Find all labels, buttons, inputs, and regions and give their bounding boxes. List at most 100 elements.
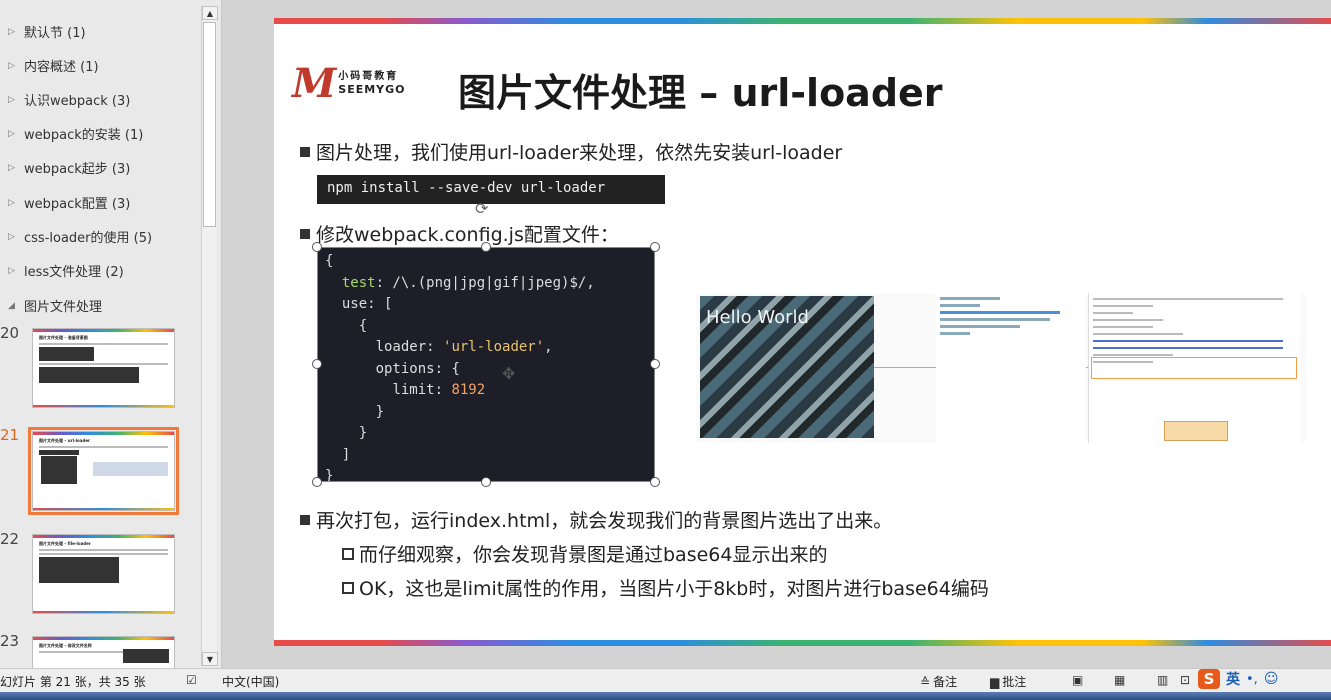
thumb-code bbox=[39, 347, 94, 361]
scrollbar-thumb[interactable] bbox=[203, 22, 216, 227]
slide-thumbnail-23[interactable]: 图片文件处理 – 修改文件名称 bbox=[32, 636, 175, 668]
npm-command-box[interactable]: npm install --save-dev url-loader bbox=[317, 175, 665, 204]
config-code-block[interactable]: { test: /\.(png|jpg|gif|jpeg)$/, use: [ … bbox=[317, 247, 655, 484]
thumb-line bbox=[39, 549, 168, 551]
hello-world-text: Hello World bbox=[706, 307, 809, 328]
reading-view-button[interactable]: ▥ bbox=[1157, 673, 1171, 687]
style-line bbox=[1093, 305, 1153, 307]
top-color-bar bbox=[274, 18, 1331, 24]
dom-line bbox=[940, 311, 1060, 314]
highlight-box bbox=[1091, 357, 1297, 379]
resize-handle[interactable] bbox=[650, 477, 660, 487]
thumb-number: 21 bbox=[0, 426, 20, 444]
punctuation-icon[interactable]: •, bbox=[1246, 672, 1258, 687]
thumb-bottom-bar bbox=[33, 508, 174, 510]
slide-editor: M 小码哥教育 SEEMYGO 图片文件处理 – url-loader 图片处理… bbox=[222, 0, 1331, 668]
code-line: use: [ bbox=[341, 296, 393, 312]
section-webpack-config[interactable]: ▷ webpack配置 (3) bbox=[8, 193, 130, 212]
resize-handle[interactable] bbox=[312, 359, 322, 369]
resize-handle[interactable] bbox=[312, 477, 322, 487]
comments-button[interactable]: ▆ 批注 bbox=[990, 673, 1026, 690]
code-line: limit: 8192 bbox=[392, 382, 486, 398]
expand-icon: ▷ bbox=[8, 265, 15, 276]
code-line: } bbox=[375, 403, 385, 420]
resize-handle[interactable] bbox=[650, 359, 660, 369]
sub-bullet-limit[interactable]: OK，这也是limit属性的作用，当图片小于8kb时，对图片进行base64编码 bbox=[342, 574, 989, 601]
thumb-code bbox=[39, 557, 119, 583]
slide-canvas[interactable]: M 小码哥教育 SEEMYGO 图片文件处理 – url-loader 图片处理… bbox=[274, 18, 1331, 646]
resize-handle[interactable] bbox=[481, 477, 491, 487]
expand-icon: ▷ bbox=[8, 60, 15, 71]
devtools-elements-panel bbox=[936, 293, 1086, 443]
style-line bbox=[1093, 340, 1283, 342]
code-line: loader: 'url-loader', bbox=[375, 339, 553, 355]
thumb-line bbox=[39, 363, 168, 365]
resize-handle[interactable] bbox=[481, 242, 491, 252]
section-webpack-install[interactable]: ▷ webpack的安装 (1) bbox=[8, 124, 143, 143]
resize-handle[interactable] bbox=[650, 242, 660, 252]
ime-toolbar[interactable]: S 英 •, ☺ bbox=[1198, 669, 1278, 689]
grid-view-icon: ▦ bbox=[1114, 673, 1126, 687]
slide-title[interactable]: 图片文件处理 – url-loader bbox=[458, 62, 943, 117]
section-webpack-start[interactable]: ▷ webpack起步 (3) bbox=[8, 158, 130, 177]
expand-icon: ▷ bbox=[8, 162, 15, 173]
code-line: } bbox=[358, 425, 368, 441]
scroll-down-icon[interactable]: ▼ bbox=[202, 652, 218, 666]
thumb-number: 23 bbox=[0, 632, 20, 650]
bullet-install[interactable]: 图片处理，我们使用url-loader来处理，依然先安装url-loader bbox=[300, 138, 842, 165]
style-line bbox=[1093, 354, 1173, 356]
resize-handle[interactable] bbox=[312, 242, 322, 252]
logo-cn: 小码哥教育 bbox=[338, 71, 399, 82]
spellcheck-icon[interactable]: ☑ bbox=[186, 673, 200, 687]
bullet-config[interactable]: 修改webpack.config.js配置文件： bbox=[300, 220, 619, 247]
thumb-title: 图片文件处理 – 准备背景图 bbox=[39, 335, 88, 340]
seemygo-logo: M 小码哥教育 SEEMYGO bbox=[292, 60, 406, 107]
sorter-view-button[interactable]: ▦ bbox=[1114, 673, 1128, 687]
slide-thumbnail-21[interactable]: 图片文件处理 – url-loader bbox=[28, 427, 179, 515]
section-know-webpack[interactable]: ▷ 认识webpack (3) bbox=[8, 90, 130, 109]
bullet-repack[interactable]: 再次打包，运行index.html，就会发现我们的背景图片选出了出来。 bbox=[300, 506, 892, 533]
rotate-handle-icon[interactable]: ⟳ bbox=[475, 199, 488, 218]
section-css-loader[interactable]: ▷ css-loader的使用 (5) bbox=[8, 227, 152, 246]
section-less[interactable]: ▷ less文件处理 (2) bbox=[8, 261, 124, 280]
style-line bbox=[1093, 333, 1183, 335]
dom-line bbox=[940, 297, 1000, 300]
devtools-screenshot-image[interactable]: Hello World bbox=[696, 293, 1306, 443]
notes-icon: ≙ bbox=[920, 674, 931, 689]
thumb-bottom-bar bbox=[33, 405, 174, 407]
language-indicator[interactable]: 中文(中国) bbox=[222, 673, 279, 690]
section-default[interactable]: ▷ 默认节 (1) bbox=[8, 22, 86, 41]
section-overview[interactable]: ▷ 内容概述 (1) bbox=[8, 56, 99, 75]
ime-mode[interactable]: 英 bbox=[1226, 669, 1240, 689]
thumb-title: 图片文件处理 – file-loader bbox=[39, 541, 91, 546]
box-model-diagram bbox=[1164, 421, 1228, 441]
book-icon: ▥ bbox=[1157, 673, 1169, 687]
expand-icon: ▷ bbox=[8, 231, 15, 242]
bullet-square-icon bbox=[300, 228, 310, 239]
slide-thumbnail-22[interactable]: 图片文件处理 – file-loader bbox=[32, 534, 175, 614]
emoji-icon[interactable]: ☺ bbox=[1264, 671, 1279, 687]
slideshow-button[interactable]: ⊡ bbox=[1180, 673, 1193, 687]
expand-icon: ▷ bbox=[8, 128, 15, 139]
thumb-line bbox=[39, 343, 168, 345]
notes-button[interactable]: ≙ 备注 bbox=[920, 673, 957, 690]
code-line: ] bbox=[341, 446, 351, 463]
bullet-square-icon bbox=[300, 146, 310, 157]
outline-scrollbar[interactable]: ▲ ▼ bbox=[201, 6, 218, 666]
thumb-code bbox=[123, 649, 169, 663]
thumb-code bbox=[39, 450, 79, 455]
move-cursor-icon: ✥ bbox=[502, 364, 516, 383]
normal-view-button[interactable]: ▣ bbox=[1072, 673, 1086, 687]
expand-icon: ▷ bbox=[8, 26, 15, 37]
dom-line bbox=[940, 304, 980, 307]
section-image[interactable]: ◢ 图片文件处理 bbox=[8, 296, 102, 315]
slide-thumbnail-20[interactable]: 图片文件处理 – 准备背景图 bbox=[32, 328, 175, 408]
thumb-line bbox=[39, 446, 168, 448]
scroll-up-icon[interactable]: ▲ bbox=[202, 6, 218, 20]
logo-mark-icon: M bbox=[292, 60, 336, 107]
style-line bbox=[1093, 298, 1283, 300]
dom-line bbox=[940, 318, 1050, 321]
thumb-code bbox=[41, 456, 77, 484]
style-line bbox=[1093, 326, 1153, 328]
sub-bullet-base64[interactable]: 而仔细观察，你会发现背景图是通过base64显示出来的 bbox=[342, 540, 827, 567]
